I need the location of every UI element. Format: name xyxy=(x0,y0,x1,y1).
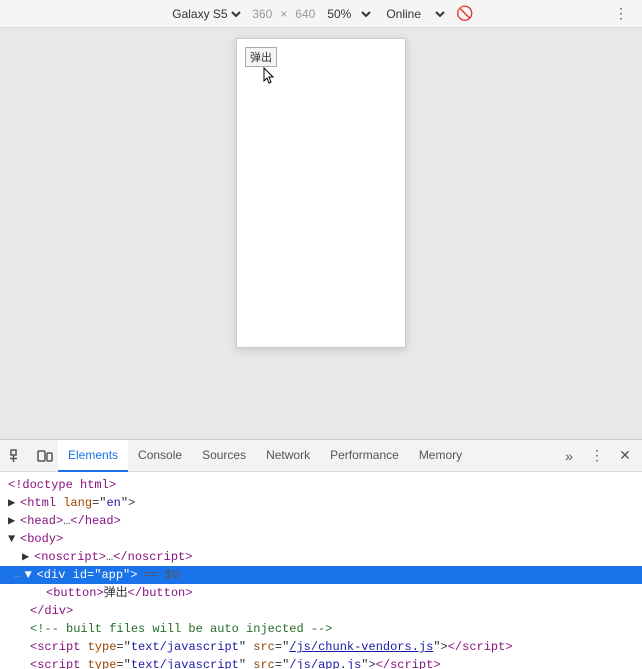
preview-area: 弹出 xyxy=(0,28,642,439)
tab-console[interactable]: Console xyxy=(128,440,192,472)
no-sim-icon: 🚫 xyxy=(456,5,473,22)
devtools-menu-button[interactable]: ⋮ xyxy=(584,443,610,469)
width-value: 360 xyxy=(252,7,272,21)
devtools-tabs-bar: Elements Console Sources Network Perform… xyxy=(0,440,642,472)
inspect-element-button[interactable] xyxy=(4,443,30,469)
device-popup-button[interactable]: 弹出 xyxy=(245,47,277,67)
tab-memory[interactable]: Memory xyxy=(409,440,472,472)
network-selector[interactable]: Online Offline Slow 3G Fast 3G xyxy=(382,6,448,22)
tab-network[interactable]: Network xyxy=(256,440,320,472)
device-icon xyxy=(37,448,53,464)
devtools-panel: Elements Console Sources Network Perform… xyxy=(0,439,642,669)
dimension-x: × xyxy=(280,7,287,21)
device-frame: 弹出 xyxy=(236,38,406,348)
device-toolbar: Galaxy S5 iPhone X iPad 360 × 640 50% 75… xyxy=(0,0,642,28)
tab-performance[interactable]: Performance xyxy=(320,440,409,472)
line-div-close[interactable]: </div> xyxy=(0,602,642,620)
device-selector[interactable]: Galaxy S5 iPhone X iPad xyxy=(168,6,244,22)
line-html[interactable]: ▶ <html lang="en"> xyxy=(0,494,642,512)
line-body-open[interactable]: ▼ <body> xyxy=(0,530,642,548)
tab-elements[interactable]: Elements xyxy=(58,440,128,472)
line-script2[interactable]: <script type="text/javascript" src="/js/… xyxy=(0,656,642,669)
line-comment[interactable]: <!-- built files will be auto injected -… xyxy=(0,620,642,638)
line-div-app[interactable]: … ▼ <div id="app"> == $0 xyxy=(0,566,642,584)
html-tree: <!doctype html> ▶ <html lang="en"> ▶ <he… xyxy=(0,472,642,669)
device-toggle-button[interactable] xyxy=(32,443,58,469)
zoom-selector[interactable]: 50% 75% 100% xyxy=(323,6,374,22)
inspect-icon xyxy=(9,448,25,464)
line-button[interactable]: <button>弹出</button> xyxy=(0,584,642,602)
line-script1[interactable]: <script type="text/javascript" src="/js/… xyxy=(0,638,642,656)
line-head[interactable]: ▶ <head>…</head> xyxy=(0,512,642,530)
line-noscript[interactable]: ▶ <noscript>…</noscript> xyxy=(0,548,642,566)
cursor-icon xyxy=(263,67,275,85)
devtools-left-icons xyxy=(0,443,58,469)
tab-sources[interactable]: Sources xyxy=(192,440,256,472)
more-tabs-button[interactable]: » xyxy=(556,443,582,469)
more-options-button[interactable]: ⋮ xyxy=(608,1,634,27)
close-devtools-button[interactable]: ✕ xyxy=(612,443,638,469)
height-value: 640 xyxy=(295,7,315,21)
devtools-right-icons: » ⋮ ✕ xyxy=(556,443,642,469)
line-doctype[interactable]: <!doctype html> xyxy=(0,476,642,494)
